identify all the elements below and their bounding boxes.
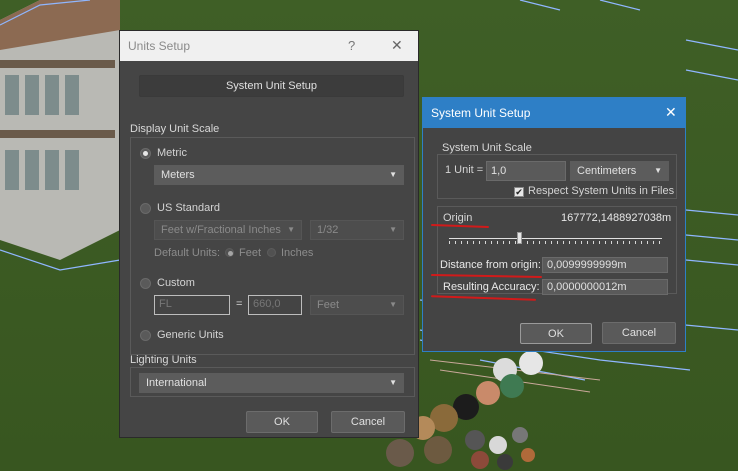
lighting-units-value: International	[146, 377, 207, 389]
us-fraction-value: 1/32	[317, 224, 339, 236]
slider-track	[449, 238, 662, 239]
accuracy-field[interactable]: 0,0000000012m	[542, 279, 668, 295]
system-unit-title: System Unit Setup	[431, 106, 531, 120]
respect-units-checkbox[interactable]: ✔	[514, 187, 524, 197]
origin-label: Origin	[443, 212, 473, 224]
us-fraction-select[interactable]: 1/32 ▼	[310, 220, 404, 240]
units-setup-title: Units Setup	[128, 39, 191, 53]
chevron-down-icon: ▼	[389, 170, 397, 179]
units-setup-dialog: Units Setup ? ✕ System Unit Setup Displa…	[119, 30, 419, 438]
equals-label: =	[236, 298, 243, 310]
custom-unit-select[interactable]: Feet ▼	[310, 295, 404, 315]
generic-units-radio[interactable]	[140, 330, 151, 341]
unit-value-field[interactable]: 1,0	[486, 161, 566, 181]
accuracy-label: Resulting Accuracy:	[443, 281, 540, 293]
units-setup-titlebar[interactable]: Units Setup ? ✕	[120, 31, 418, 61]
chevron-down-icon: ▼	[287, 225, 295, 234]
origin-value: 167772,1488927038m	[561, 212, 672, 224]
feet-label: Feet	[239, 247, 262, 259]
system-unit-setup-dialog: System Unit Setup ✕ System Unit Scale 1 …	[422, 97, 686, 352]
default-units-label: Default Units:	[154, 247, 221, 259]
chevron-down-icon: ▼	[389, 300, 397, 309]
slider-ticks	[449, 241, 662, 244]
feet-radio[interactable]	[225, 248, 234, 257]
chevron-down-icon: ▼	[389, 378, 397, 387]
metric-label: Metric	[157, 147, 187, 159]
lighting-units-select[interactable]: International ▼	[139, 373, 404, 393]
us-standard-label: US Standard	[157, 202, 220, 214]
slider-handle[interactable]	[517, 232, 522, 244]
distance-label: Distance from origin:	[440, 259, 541, 271]
metric-radio[interactable]	[140, 148, 151, 159]
us-unit-select[interactable]: Feet w/Fractional Inches ▼	[154, 220, 302, 240]
close-icon[interactable]: ✕	[391, 37, 403, 54]
lighting-units-label: Lighting Units	[130, 354, 197, 366]
custom-amount-field[interactable]: 660,0	[248, 295, 302, 315]
chevron-down-icon: ▼	[654, 166, 662, 175]
unit-type-select[interactable]: Centimeters ▼	[570, 161, 669, 181]
annotation-underline-accuracy	[430, 295, 537, 301]
help-icon[interactable]: ?	[348, 38, 355, 53]
custom-radio[interactable]	[140, 278, 151, 289]
unit-type-value: Centimeters	[577, 165, 637, 177]
metric-unit-value: Meters	[161, 169, 195, 181]
display-unit-scale-label: Display Unit Scale	[130, 123, 220, 135]
chevron-down-icon: ▼	[389, 225, 397, 234]
custom-label: Custom	[157, 277, 195, 289]
generic-units-label: Generic Units	[157, 329, 224, 341]
us-unit-value: Feet w/Fractional Inches	[161, 224, 281, 236]
origin-slider[interactable]	[449, 232, 662, 246]
system-ok-button[interactable]: OK	[520, 323, 592, 344]
system-cancel-button[interactable]: Cancel	[602, 322, 676, 344]
custom-name-field[interactable]: FL	[154, 295, 230, 315]
system-unit-scale-label: System Unit Scale	[442, 142, 532, 154]
check-icon: ✔	[515, 187, 523, 197]
us-standard-radio[interactable]	[140, 203, 151, 214]
system-unit-setup-button[interactable]: System Unit Setup	[139, 75, 404, 97]
inches-label: Inches	[281, 247, 314, 259]
respect-units-label: Respect System Units in Files	[528, 185, 675, 197]
inches-radio[interactable]	[267, 248, 276, 257]
distance-field[interactable]: 0,0099999999m	[542, 257, 668, 273]
units-ok-button[interactable]: OK	[246, 411, 318, 433]
close-icon[interactable]: ✕	[665, 104, 677, 121]
custom-unit-value: Feet	[317, 299, 340, 311]
system-unit-titlebar[interactable]: System Unit Setup ✕	[423, 98, 685, 128]
metric-unit-select[interactable]: Meters ▼	[154, 165, 404, 185]
units-cancel-button[interactable]: Cancel	[331, 411, 405, 433]
one-unit-label: 1 Unit =	[445, 164, 484, 176]
